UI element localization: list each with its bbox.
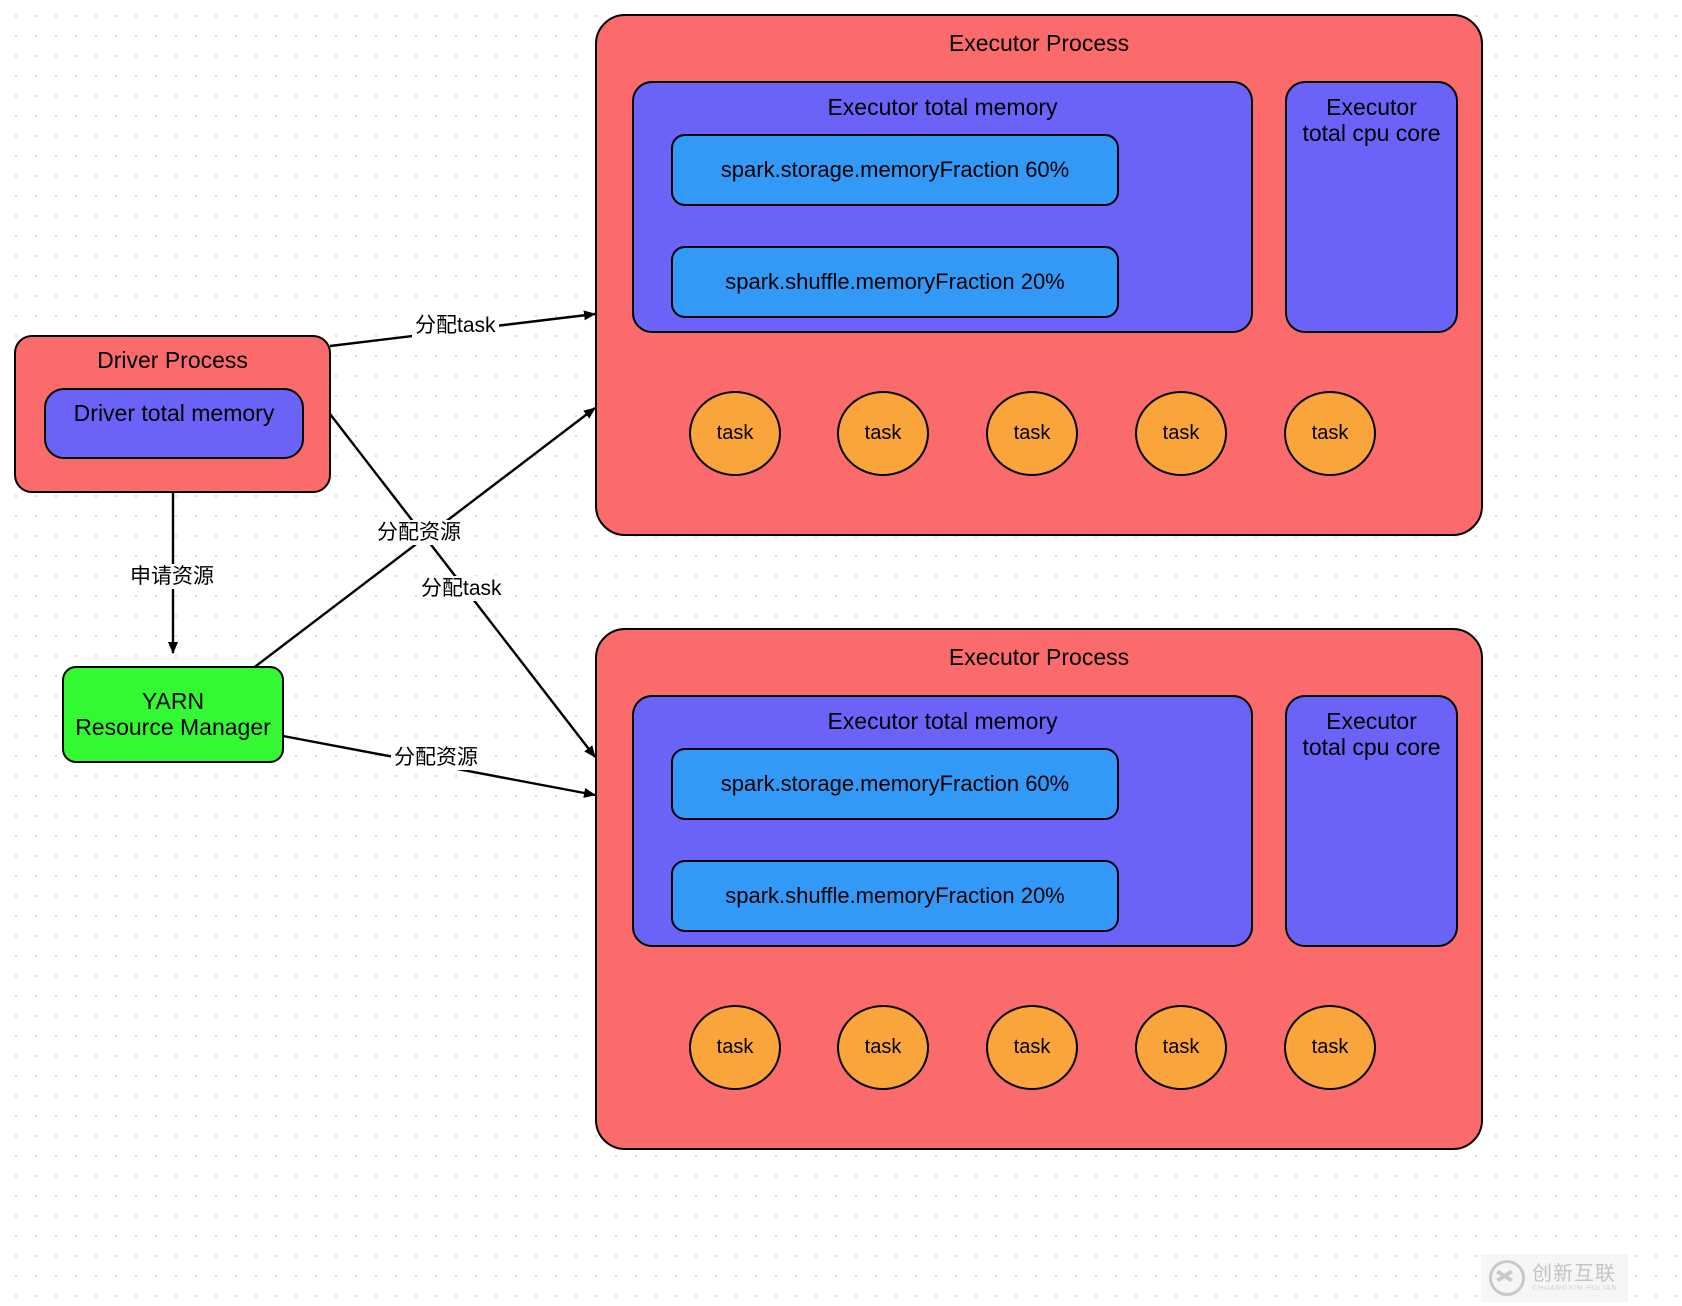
watermark-text-cn: 创新互联: [1532, 1263, 1616, 1285]
executor-2-shuffle-fraction-box[interactable]: spark.shuffle.memoryFraction 20%: [671, 860, 1119, 932]
executor-1-task-2[interactable]: task: [837, 391, 929, 476]
executor-1-total-memory-box[interactable]: Executor total memory spark.storage.memo…: [632, 81, 1253, 333]
executor-1-total-memory-title: Executor total memory: [827, 94, 1058, 120]
executor-2-total-memory-box[interactable]: Executor total memory spark.storage.memo…: [632, 695, 1253, 947]
driver-process-title: Driver Process: [97, 347, 248, 373]
executor-2-total-cpu-core-box[interactable]: Executor total cpu core: [1285, 695, 1458, 947]
canvas-left-edge-mask: [0, 0, 8, 1306]
executor-2-storage-fraction-label: spark.storage.memoryFraction 60%: [720, 770, 1070, 796]
executor-2-task-2[interactable]: task: [837, 1005, 929, 1090]
yarn-resource-manager-title: YARN Resource Manager: [75, 688, 271, 741]
executor-2-total-memory-title: Executor total memory: [827, 708, 1058, 734]
driver-process-box[interactable]: Driver Process Driver total memory: [14, 335, 331, 493]
executor-1-storage-fraction-box[interactable]: spark.storage.memoryFraction 60%: [671, 134, 1119, 206]
executor-1-shuffle-fraction-label: spark.shuffle.memoryFraction 20%: [725, 268, 1065, 294]
task-label: task: [716, 1036, 754, 1058]
driver-total-memory-label: Driver total memory: [73, 400, 275, 426]
edge-label-apply-resource: 申请资源: [127, 564, 217, 589]
executor-2-task-1[interactable]: task: [689, 1005, 781, 1090]
executor-1-task-3[interactable]: task: [986, 391, 1078, 476]
executor-2-storage-fraction-box[interactable]: spark.storage.memoryFraction 60%: [671, 748, 1119, 820]
executor-1-task-5[interactable]: task: [1284, 391, 1376, 476]
executor-process-2-title: Executor Process: [948, 644, 1130, 670]
edge-label-assign-task-top: 分配task: [412, 313, 499, 338]
executor-1-task-4[interactable]: task: [1135, 391, 1227, 476]
edge-label-assign-resource-top: 分配资源: [374, 520, 464, 545]
diagram-canvas: Driver Process Driver total memory YARN …: [0, 0, 1682, 1306]
executor-process-2-box[interactable]: Executor Process Executor total memory s…: [595, 628, 1483, 1150]
executor-1-total-cpu-core-title: Executor total cpu core: [1302, 94, 1441, 147]
executor-2-task-5[interactable]: task: [1284, 1005, 1376, 1090]
canvas-bottom-edge-mask: [0, 1300, 1682, 1306]
task-label: task: [864, 422, 902, 444]
task-label: task: [1162, 422, 1200, 444]
executor-1-task-1[interactable]: task: [689, 391, 781, 476]
task-label: task: [1311, 1036, 1349, 1058]
watermark-text-en: CHUANGXIN HULIAN: [1532, 1285, 1618, 1292]
task-label: task: [864, 1036, 902, 1058]
task-label: task: [1162, 1036, 1200, 1058]
driver-total-memory-box[interactable]: Driver total memory: [44, 388, 304, 459]
executor-process-1-box[interactable]: Executor Process Executor total memory s…: [595, 14, 1483, 536]
executor-1-storage-fraction-label: spark.storage.memoryFraction 60%: [720, 156, 1070, 182]
executor-2-task-3[interactable]: task: [986, 1005, 1078, 1090]
task-label: task: [1311, 422, 1349, 444]
executor-2-task-4[interactable]: task: [1135, 1005, 1227, 1090]
task-label: task: [1013, 422, 1051, 444]
watermark-logo-icon: [1489, 1260, 1525, 1296]
executor-2-total-cpu-core-title: Executor total cpu core: [1302, 708, 1441, 761]
executor-1-total-cpu-core-box[interactable]: Executor total cpu core: [1285, 81, 1458, 333]
executor-2-shuffle-fraction-label: spark.shuffle.memoryFraction 20%: [725, 882, 1065, 908]
yarn-resource-manager-box[interactable]: YARN Resource Manager: [62, 666, 284, 763]
task-label: task: [1013, 1036, 1051, 1058]
edge-label-assign-task-bottom: 分配task: [418, 576, 505, 601]
executor-1-shuffle-fraction-box[interactable]: spark.shuffle.memoryFraction 20%: [671, 246, 1119, 318]
edge-label-assign-resource-bottom: 分配资源: [391, 745, 481, 770]
executor-process-1-title: Executor Process: [948, 30, 1130, 56]
watermark: 创新互联 CHUANGXIN HULIAN: [1481, 1254, 1628, 1302]
task-label: task: [716, 422, 754, 444]
